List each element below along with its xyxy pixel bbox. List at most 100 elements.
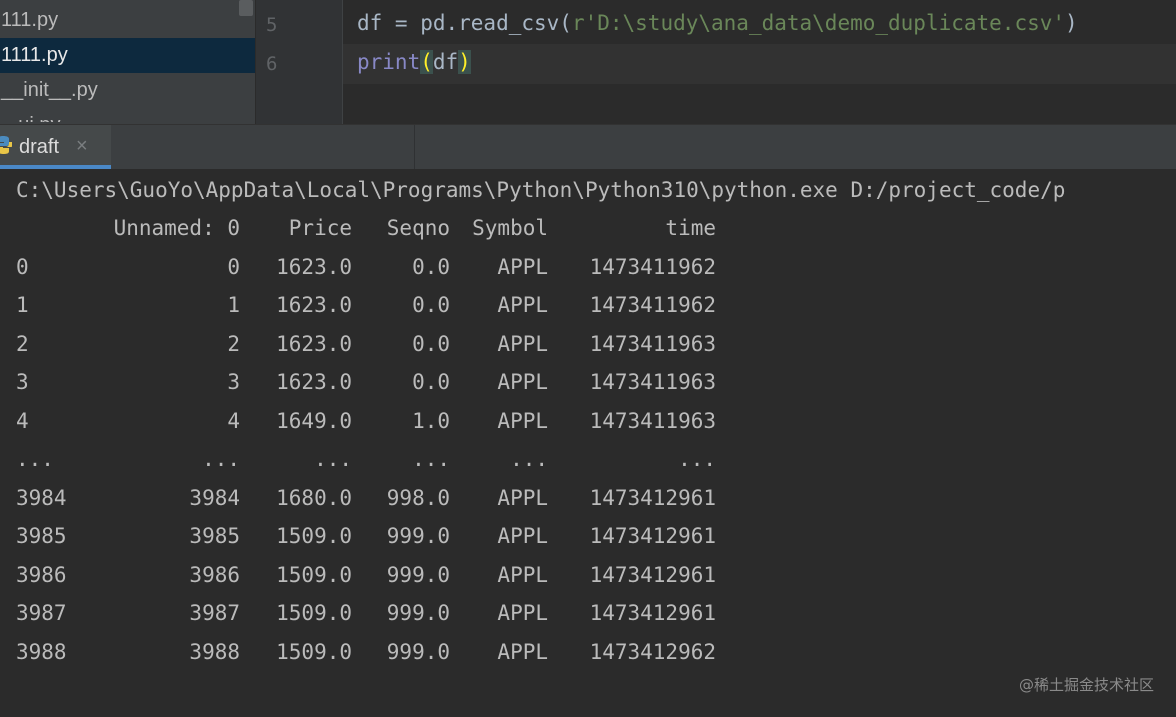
table-cell: 1.0 xyxy=(412,408,450,433)
table-cell: APPL xyxy=(497,601,548,625)
builtin-print: print xyxy=(357,50,421,74)
watermark: @稀土掘金技术社区 xyxy=(1018,676,1154,694)
table-cell: ... xyxy=(412,447,450,471)
table-cell: 3987 xyxy=(189,601,240,625)
row-index: ... xyxy=(16,447,54,471)
table-cell: 0 xyxy=(227,254,240,279)
line-number: 6 xyxy=(266,53,278,75)
table-cell: 3984 xyxy=(189,485,240,510)
table-cell: 1623.0 xyxy=(276,331,352,356)
run-tool-window-header: draft × xyxy=(0,124,1176,169)
table-cell: 1473411962 xyxy=(589,254,716,279)
ide-window: 111.py 1111.py __init__.py ~.ui.py 5 df … xyxy=(0,0,1176,717)
code-text: ) xyxy=(1065,11,1078,35)
code-line-6[interactable]: print(df) xyxy=(357,50,471,74)
table-cell: 1680.0 xyxy=(276,485,352,510)
tree-item-label: __init__.py xyxy=(1,79,98,101)
table-cell: 1473411962 xyxy=(589,293,716,317)
table-cell: 998.0 xyxy=(386,485,450,510)
table-cell: 1473412961 xyxy=(589,601,716,625)
tree-item-label: 111.py xyxy=(1,9,59,31)
tree-item-label: 1111.py xyxy=(1,44,68,66)
table-cell: 1 xyxy=(227,293,240,317)
paren-match-open: ( xyxy=(420,50,433,74)
table-cell: 999.0 xyxy=(386,562,450,587)
tree-item-label: ~.ui.py xyxy=(1,114,60,122)
row-index: 3986 xyxy=(16,562,67,587)
table-cell: 2 xyxy=(227,331,240,356)
row-index: 3985 xyxy=(16,524,67,548)
table-cell: 1509.0 xyxy=(276,639,352,664)
table-cell: 3985 xyxy=(189,524,240,548)
row-index: 3988 xyxy=(16,639,67,664)
table-cell: APPL xyxy=(497,485,548,510)
paren-match-close: ) xyxy=(458,50,471,74)
table-cell: 4 xyxy=(227,408,240,433)
code-text: df xyxy=(432,50,459,74)
python-icon xyxy=(0,136,12,154)
table-cell: APPL xyxy=(497,562,548,587)
table-header-cell: Unnamed: 0 xyxy=(113,216,240,240)
table-header-cell: time xyxy=(665,216,716,240)
table-header-cell: Seqno xyxy=(386,216,450,240)
table-cell: 999.0 xyxy=(386,524,450,548)
table-cell: APPL xyxy=(497,331,548,356)
table-cell: 1473412962 xyxy=(589,639,716,664)
table-cell: 1473411963 xyxy=(589,408,716,433)
table-cell: 1623.0 xyxy=(276,293,352,317)
project-tree: 111.py 1111.py __init__.py ~.ui.py xyxy=(0,0,255,124)
table-cell: 1623.0 xyxy=(276,254,352,279)
row-index: 2 xyxy=(16,331,29,356)
table-cell: 1649.0 xyxy=(276,408,352,433)
table-header-cell: Price xyxy=(288,216,352,240)
table-cell: 1473412961 xyxy=(589,562,716,587)
code-text: df = pd.read_csv( xyxy=(357,11,572,35)
table-cell: 1623.0 xyxy=(276,370,352,394)
table-cell: APPL xyxy=(497,639,548,664)
row-index: 3984 xyxy=(16,485,67,510)
table-cell: 1473411963 xyxy=(589,370,716,394)
table-cell: 1473412961 xyxy=(589,485,716,510)
line-number: 5 xyxy=(266,14,278,36)
row-index: 3 xyxy=(16,370,29,394)
table-cell: 1509.0 xyxy=(276,601,352,625)
table-header-cell: Symbol xyxy=(472,216,548,240)
editor-area: 111.py 1111.py __init__.py ~.ui.py 5 df … xyxy=(0,0,1176,124)
table-cell: APPL xyxy=(497,524,548,548)
table-cell: APPL xyxy=(497,408,548,433)
code-line-5[interactable]: df = pd.read_csv(r'D:\study\ana_data\dem… xyxy=(357,11,1078,35)
table-cell: 999.0 xyxy=(386,601,450,625)
table-cell: ... xyxy=(678,447,716,471)
table-cell: 0.0 xyxy=(412,370,450,394)
table-cell: 999.0 xyxy=(386,639,450,664)
run-tab-label: draft xyxy=(19,136,60,158)
row-index: 4 xyxy=(16,408,29,433)
table-cell: 3986 xyxy=(189,562,240,587)
table-cell: 3 xyxy=(227,370,240,394)
table-cell: 3988 xyxy=(189,639,240,664)
table-cell: APPL xyxy=(497,370,548,394)
table-cell: 1509.0 xyxy=(276,562,352,587)
table-cell: 1473411963 xyxy=(589,331,716,356)
tree-item-111-py[interactable]: 111.py xyxy=(0,3,255,38)
table-cell: 0.0 xyxy=(412,293,450,317)
row-index: 0 xyxy=(16,254,29,279)
table-cell: ... xyxy=(314,447,352,471)
table-cell: 0.0 xyxy=(412,331,450,356)
row-index: 3987 xyxy=(16,601,67,625)
header-divider xyxy=(414,125,415,169)
table-cell: APPL xyxy=(497,293,548,317)
row-index: 1 xyxy=(16,293,29,317)
table-cell: 1509.0 xyxy=(276,524,352,548)
table-cell: 1473412961 xyxy=(589,524,716,548)
console-output[interactable]: C:\Users\GuoYo\AppData\Local\Programs\Py… xyxy=(0,169,1176,717)
tree-item-init-py[interactable]: __init__.py xyxy=(0,73,255,108)
tree-item-ui-py[interactable]: ~.ui.py xyxy=(0,108,255,122)
string-literal: r'D:\study\ana_data\demo_duplicate.csv' xyxy=(571,11,1066,35)
tree-item-1111-py[interactable]: 1111.py xyxy=(0,38,255,73)
tree-scrollbar[interactable] xyxy=(239,0,253,16)
close-icon[interactable]: × xyxy=(76,135,88,158)
console-command: C:\Users\GuoYo\AppData\Local\Programs\Py… xyxy=(16,178,1066,202)
run-tab-draft[interactable]: draft × xyxy=(0,125,111,169)
table-cell: ... xyxy=(510,447,548,471)
